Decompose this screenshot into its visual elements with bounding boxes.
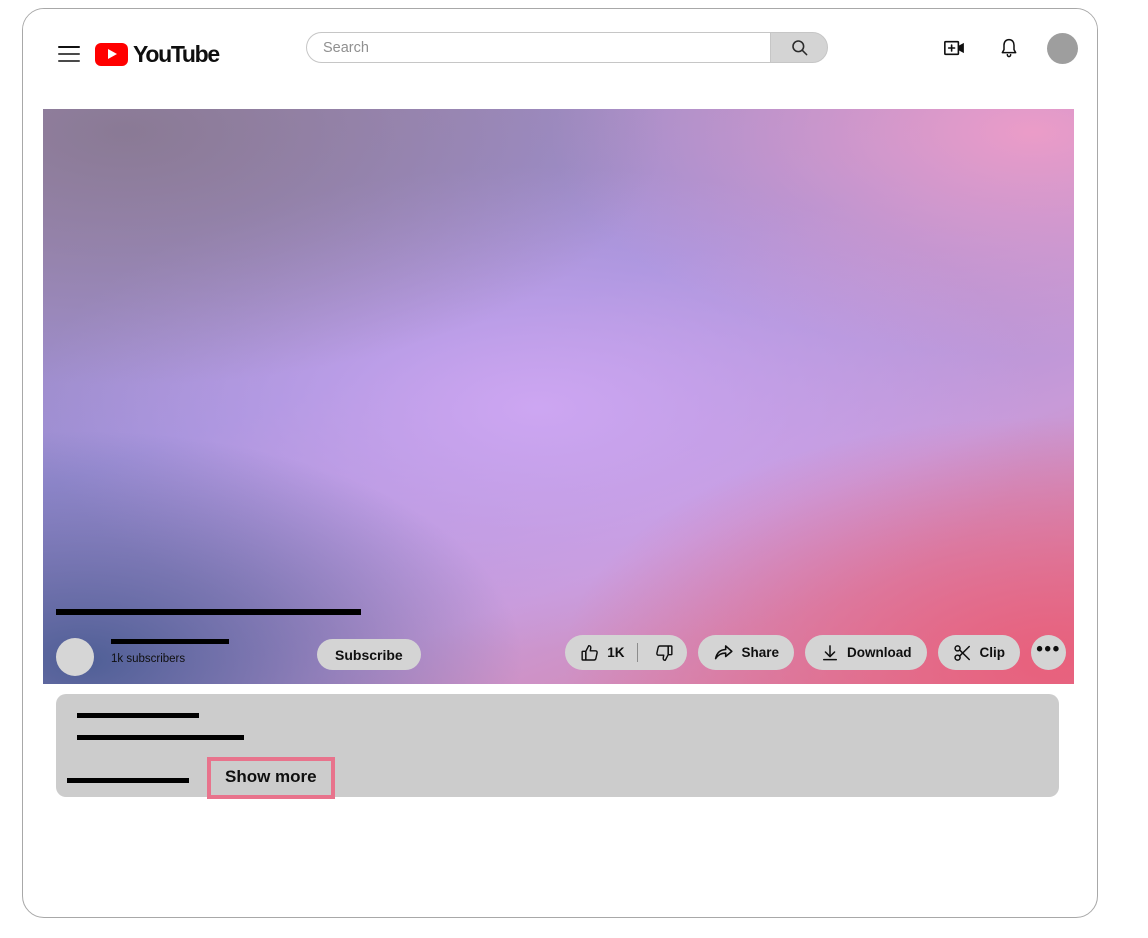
download-label: Download <box>847 645 912 660</box>
like-dislike-group: 1K <box>565 635 688 670</box>
search-bar <box>306 32 828 63</box>
description-line <box>77 735 244 740</box>
subscribe-button[interactable]: Subscribe <box>317 639 421 670</box>
download-arrow-icon <box>823 644 837 660</box>
share-label: Share <box>741 645 779 660</box>
video-player[interactable] <box>43 109 1074 684</box>
show-more-button[interactable]: Show more <box>207 757 335 800</box>
video-actions: 1K Share Download Clip ••• <box>565 635 1066 670</box>
hamburger-menu-icon[interactable] <box>58 43 80 65</box>
like-count: 1K <box>607 645 625 660</box>
action-divider <box>637 643 639 662</box>
hamburger-line <box>58 52 80 56</box>
dislike-button[interactable] <box>654 643 674 663</box>
description-box[interactable]: Show more <box>56 694 1059 800</box>
thumbs-down-icon <box>656 644 674 661</box>
search-button[interactable] <box>770 32 828 63</box>
create-video-icon <box>944 40 964 56</box>
hamburger-line <box>58 59 80 63</box>
bell-icon <box>1001 38 1017 58</box>
channel-name[interactable] <box>111 639 229 644</box>
description-line <box>77 713 199 718</box>
clip-label: Clip <box>979 645 1006 660</box>
hamburger-line <box>58 45 80 49</box>
create-video-button[interactable] <box>939 32 971 64</box>
thumbs-up-icon <box>581 644 599 661</box>
youtube-logo-text: YouTube <box>133 41 220 67</box>
video-title <box>56 609 361 615</box>
share-button[interactable]: Share <box>698 635 794 670</box>
youtube-logo[interactable]: YouTube <box>95 41 220 68</box>
channel-avatar[interactable] <box>56 638 94 676</box>
search-icon <box>791 40 807 56</box>
notifications-button[interactable] <box>993 32 1025 64</box>
clip-button[interactable]: Clip <box>937 635 1020 670</box>
download-button[interactable]: Download <box>805 635 927 670</box>
search-input[interactable] <box>306 32 770 63</box>
like-button[interactable]: 1K <box>580 643 624 663</box>
youtube-play-icon <box>95 43 128 66</box>
video-frame <box>43 109 1074 684</box>
scissors-icon <box>953 644 970 661</box>
description-line <box>67 778 189 783</box>
more-actions-button[interactable]: ••• <box>1031 635 1066 670</box>
youtube-header: YouTube <box>23 9 1097 103</box>
show-more-label: Show more <box>225 767 317 786</box>
avatar[interactable] <box>1047 32 1078 64</box>
header-actions <box>939 32 1078 64</box>
channel-meta: 1k subscribers <box>111 639 229 666</box>
browser-window: YouTube Search 1k subscribers Subscribe … <box>22 8 1098 918</box>
subscriber-count: 1k subscribers <box>111 653 186 665</box>
share-arrow-icon <box>715 645 734 660</box>
channel-row: 1k subscribers Subscribe 1K Share Downlo… <box>56 629 1066 685</box>
